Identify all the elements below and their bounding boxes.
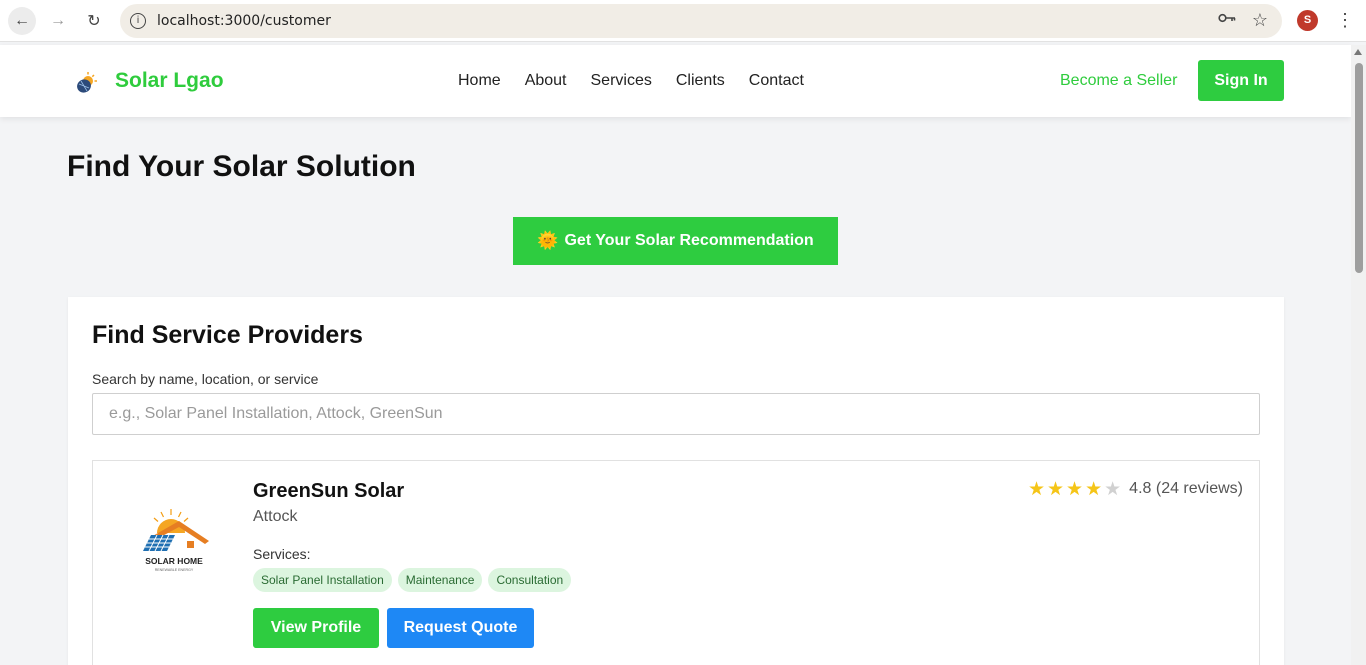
provider-search-input[interactable]	[92, 393, 1260, 435]
star-icon: ★	[1085, 478, 1103, 500]
sun-icon: 🌞	[537, 231, 559, 250]
provider-logo-subtext: RENEWABLE ENERGY	[155, 568, 194, 572]
back-icon[interactable]: ←	[8, 7, 36, 35]
brand-name[interactable]: Solar Lgao	[115, 69, 224, 93]
nav-clients[interactable]: Clients	[676, 72, 725, 90]
service-tag: Maintenance	[397, 568, 483, 592]
reload-icon[interactable]: ↻	[80, 7, 108, 35]
page-scrollbar[interactable]	[1351, 45, 1366, 665]
nav-services[interactable]: Services	[591, 72, 652, 90]
main-nav: Home About Services Clients Contact	[458, 72, 804, 90]
star-icon: ★	[1046, 478, 1065, 500]
solar-logo-icon[interactable]	[74, 72, 98, 94]
search-label: Search by name, location, or service	[92, 371, 319, 387]
star-icon: ★	[1066, 478, 1084, 500]
services-label: Services:	[253, 546, 311, 562]
provider-logo-text: SOLAR HOME	[145, 556, 203, 566]
solar-recommendation-label: Get Your Solar Recommendation	[564, 232, 814, 249]
view-profile-button[interactable]: View Profile	[253, 608, 379, 648]
star-icon: ★	[1104, 478, 1122, 500]
nav-contact[interactable]: Contact	[749, 72, 804, 90]
provider-location: Attock	[253, 508, 298, 525]
site-header: Solar Lgao Home About Services Clients C…	[0, 45, 1351, 117]
address-bar[interactable]: i localhost:3000/customer ☆	[120, 4, 1282, 38]
provider-logo: SOLAR HOME RENEWABLE ENERGY	[143, 509, 209, 572]
service-providers-panel: Find Service Providers Search by name, l…	[68, 297, 1284, 665]
provider-name: GreenSun Solar	[253, 480, 405, 502]
solar-recommendation-button[interactable]: 🌞 Get Your Solar Recommendation	[513, 217, 838, 265]
password-key-icon[interactable]	[1218, 11, 1236, 29]
browser-toolbar: ← → ↻ i localhost:3000/customer ☆ S ⋮	[0, 0, 1366, 42]
url-text[interactable]: localhost:3000/customer	[157, 13, 331, 29]
become-seller-link[interactable]: Become a Seller	[1060, 72, 1177, 90]
rating-stars: ★ ★ ★ ★ ★	[1028, 478, 1121, 500]
profile-avatar[interactable]: S	[1297, 10, 1318, 31]
kebab-menu-icon[interactable]: ⋮	[1336, 10, 1354, 30]
service-tag: Solar Panel Installation	[253, 568, 392, 592]
scrollbar-thumb[interactable]	[1355, 63, 1363, 273]
bookmark-star-icon[interactable]: ☆	[1252, 10, 1268, 31]
scroll-up-icon[interactable]	[1354, 49, 1362, 55]
page-title: Find Your Solar Solution	[67, 150, 416, 183]
provider-rating: ★ ★ ★ ★ ★ 4.8 (24 reviews)	[1028, 478, 1243, 500]
service-tags: Solar Panel Installation Maintenance Con…	[253, 568, 572, 592]
nav-home[interactable]: Home	[458, 72, 501, 90]
provider-card: SOLAR HOME RENEWABLE ENERGY GreenSun Sol…	[92, 460, 1260, 665]
panel-title: Find Service Providers	[92, 321, 363, 349]
sign-in-button[interactable]: Sign In	[1198, 60, 1284, 101]
service-tag: Consultation	[488, 568, 572, 592]
star-icon: ★	[1027, 478, 1045, 500]
forward-icon[interactable]: →	[44, 7, 72, 35]
nav-about[interactable]: About	[525, 72, 567, 90]
site-info-icon[interactable]: i	[130, 13, 146, 29]
rating-text: 4.8 (24 reviews)	[1129, 480, 1243, 497]
request-quote-button[interactable]: Request Quote	[387, 608, 534, 648]
